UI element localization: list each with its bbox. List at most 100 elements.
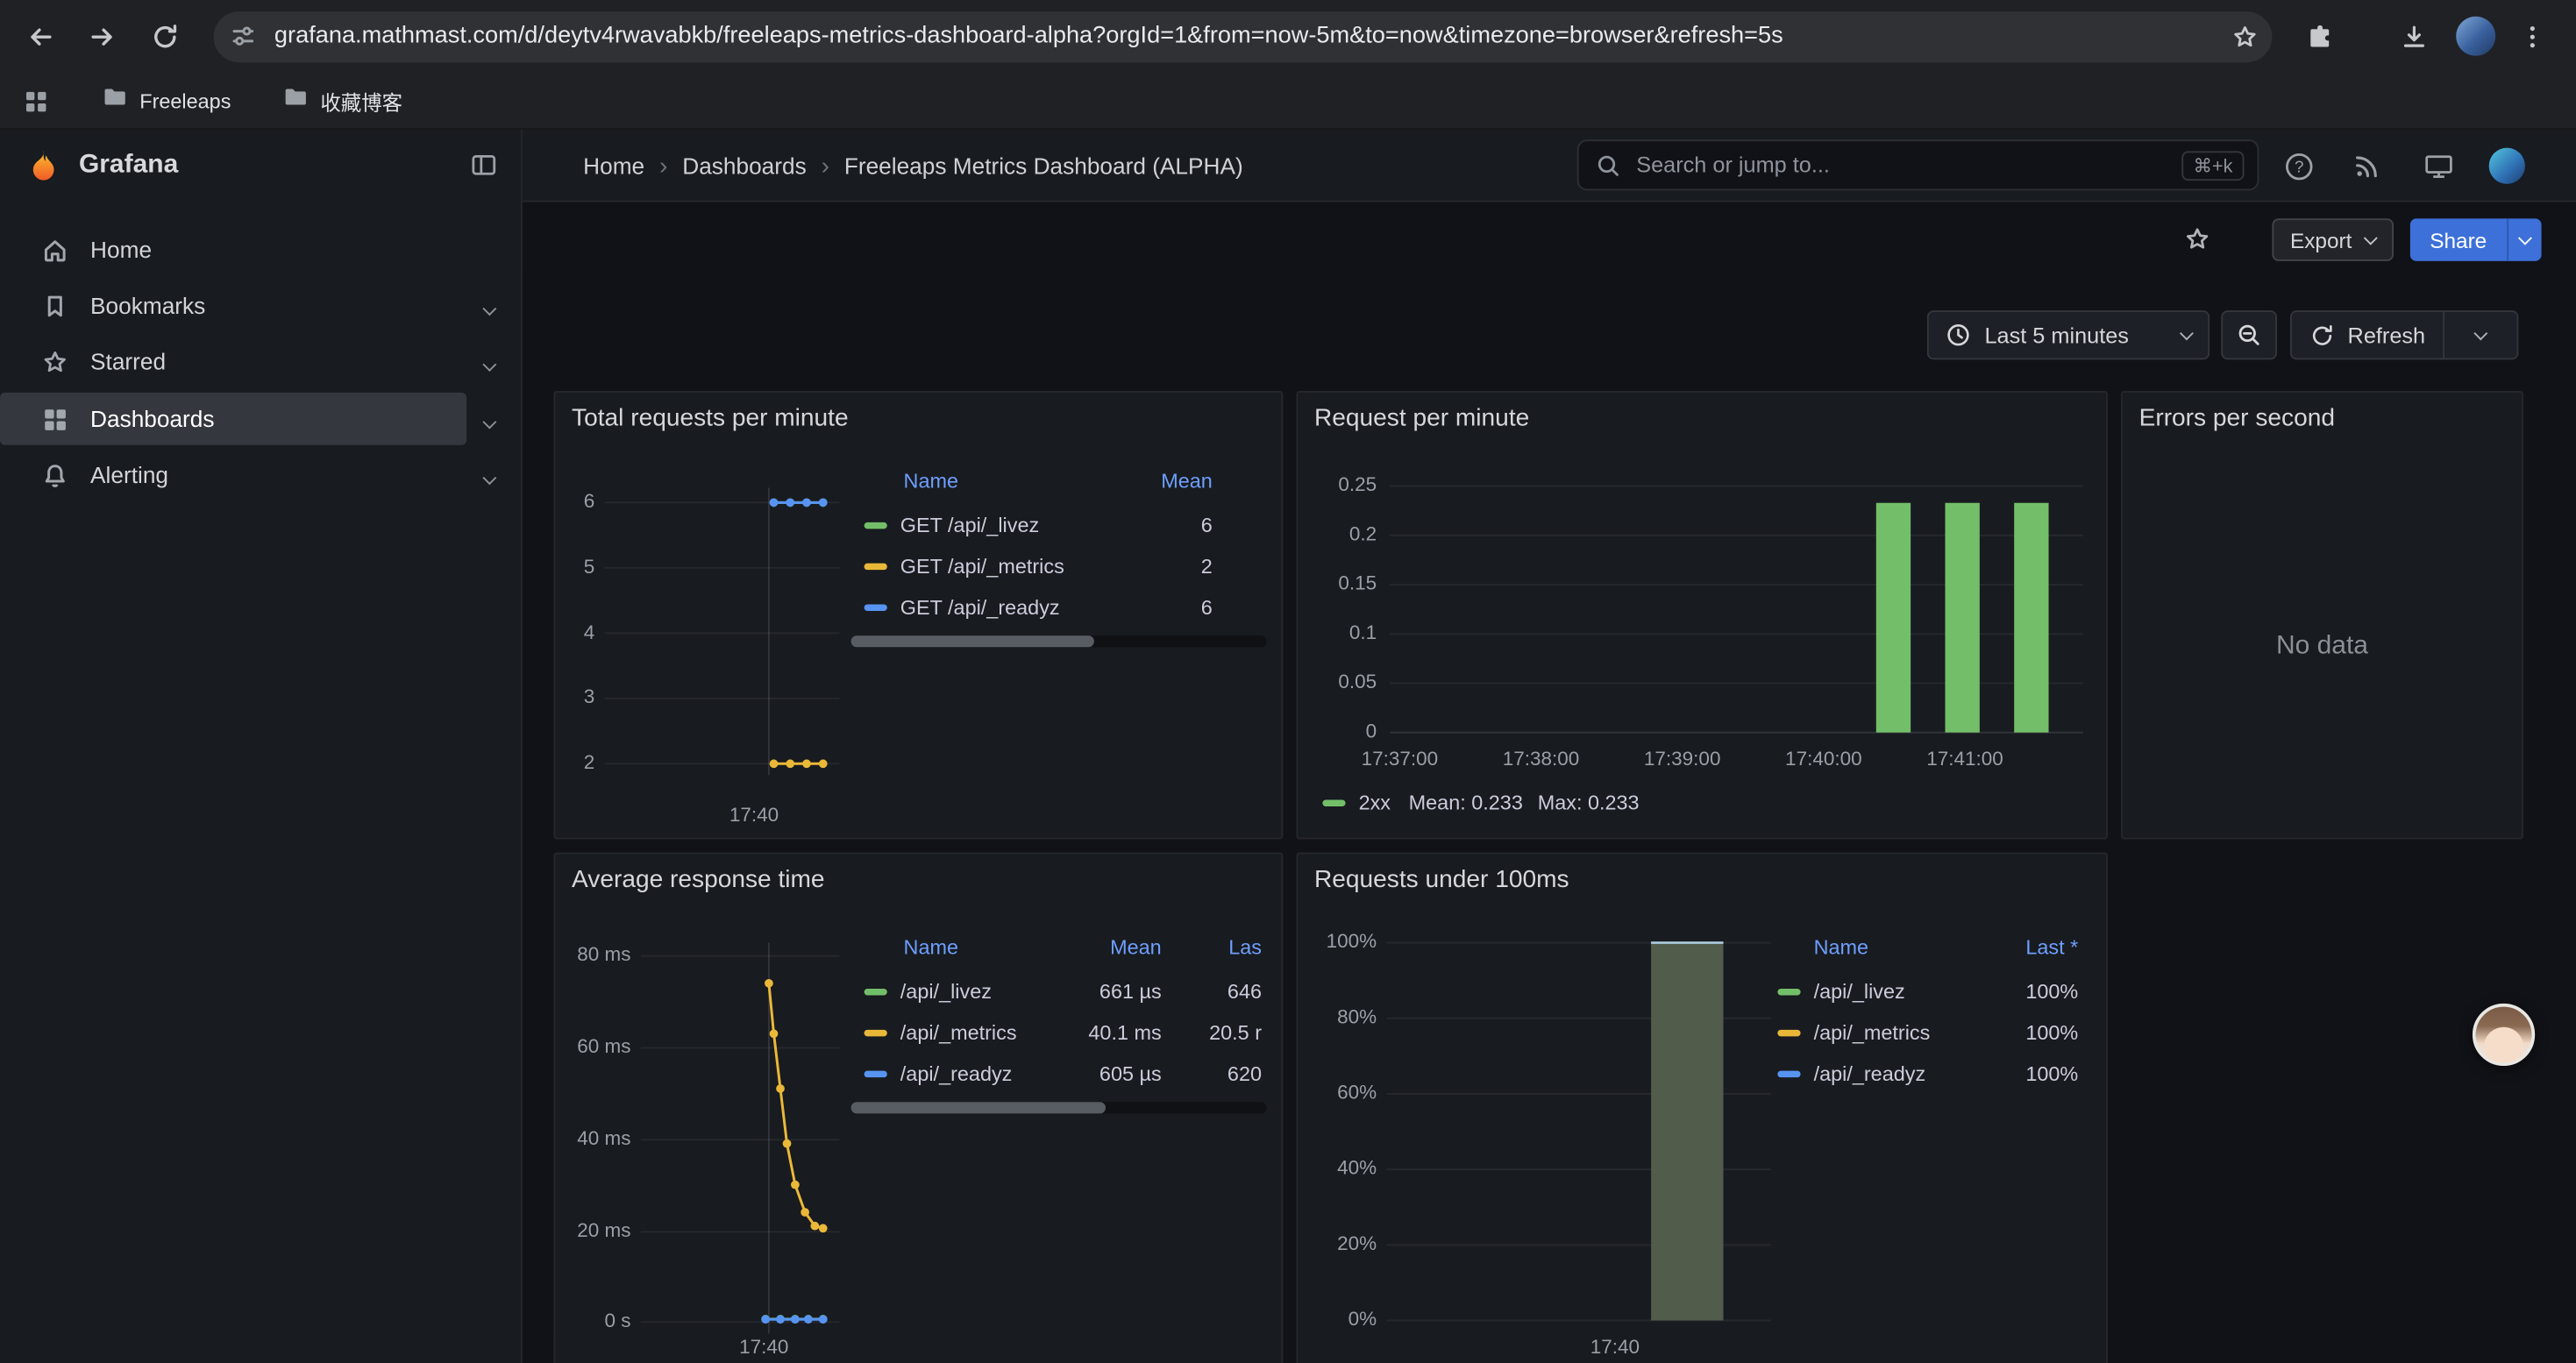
dashboards-grid-icon [41, 405, 69, 433]
chevron-down-icon[interactable] [480, 293, 499, 319]
legend-col-last[interactable]: Last * [2025, 936, 2078, 959]
help-icon[interactable]: ? [2279, 146, 2318, 186]
browser-profile-avatar[interactable] [2456, 17, 2495, 56]
panel-errors-per-second: Errors per second No data [2121, 391, 2523, 840]
address-bar[interactable]: grafana.mathmast.com/d/deytv4rwavabkb/fr… [214, 11, 2273, 62]
bookmark-folder-blogs[interactable]: 收藏博客 [273, 72, 412, 130]
panel-average-response-time: Average response time Name Mean Las /api… [553, 852, 1283, 1363]
user-avatar[interactable] [2489, 148, 2525, 184]
legend-row[interactable]: /api/_metrics 100% [1777, 1020, 2078, 1047]
series-color-dash [865, 605, 887, 611]
bookmark-folder-freeleaps[interactable]: Freeleaps [92, 72, 241, 130]
axis-tick-label: 0% [1298, 1307, 1377, 1330]
legend-inline[interactable]: 2xx Mean: 0.233 Max: 0.233 [1322, 792, 1639, 814]
series-color-dash [865, 1030, 887, 1036]
legend-col-name[interactable]: Name [904, 936, 1060, 959]
zoom-out-button[interactable] [2221, 310, 2277, 359]
breadcrumb: Home › Dashboards › Freeleaps Metrics Da… [583, 130, 1243, 202]
browser-menu-icon[interactable] [2510, 10, 2553, 62]
favorite-star-icon[interactable] [2177, 218, 2217, 258]
breadcrumb-home[interactable]: Home [583, 153, 644, 179]
dashboard-actions-bar: Export Share [523, 202, 2576, 273]
legend-col-mean[interactable]: Mean [1114, 470, 1212, 493]
axis-tick-label: 17:40 [1579, 1335, 1651, 1358]
export-button[interactable]: Export [2272, 218, 2393, 261]
panel-title[interactable]: Requests under 100ms [1314, 865, 1569, 893]
chevron-down-icon[interactable] [480, 462, 499, 488]
search-placeholder: Search or jump to... [1636, 153, 2181, 177]
series-color-dash [1322, 800, 1345, 806]
bar-chart[interactable] [1298, 854, 2110, 1363]
sidebar-item-home[interactable]: Home [0, 224, 493, 276]
back-icon[interactable] [13, 10, 66, 62]
monitor-icon[interactable] [2418, 146, 2458, 186]
chevron-down-icon[interactable] [480, 406, 499, 432]
legend-row[interactable]: GET /api/_metrics 2 [865, 553, 1213, 579]
url-text[interactable]: grafana.mathmast.com/d/deytv4rwavabkb/fr… [274, 11, 1783, 62]
panel-title[interactable]: Average response time [572, 865, 825, 893]
apps-grid-icon[interactable] [13, 72, 59, 130]
legend-row[interactable]: /api/_metrics 40.1 ms 20.5 r [865, 1020, 1262, 1047]
time-range-picker[interactable]: Last 5 minutes [1927, 310, 2210, 359]
bookmarks-bar: Freeleaps 收藏博客 [0, 72, 2576, 130]
breadcrumb-separator: › [822, 152, 829, 180]
legend-scrollbar[interactable] [851, 1102, 1267, 1113]
grafana-logo[interactable] [25, 148, 62, 194]
axis-tick-label: 0.05 [1298, 670, 1377, 692]
sidebar-item-dashboards[interactable]: Dashboards [0, 393, 466, 445]
scrollbar-thumb[interactable] [851, 635, 1094, 647]
download-icon[interactable] [2387, 10, 2440, 62]
breadcrumb-dashboards[interactable]: Dashboards [682, 153, 806, 179]
legend-row[interactable]: /api/_readyz 605 µs 620 [865, 1061, 1262, 1087]
sidebar: Grafana Home Bookmarks Starred Dashboard… [0, 130, 523, 1363]
chevron-down-icon[interactable] [480, 348, 499, 374]
legend-col-name[interactable]: Name [904, 470, 1114, 493]
sidebar-item-starred[interactable]: Starred [0, 335, 493, 387]
search-input[interactable]: Search or jump to... ⌘+k [1577, 139, 2259, 190]
panel-title[interactable]: Total requests per minute [572, 404, 849, 432]
legend-row[interactable]: /api/_livez 100% [1777, 979, 2078, 1005]
no-data-message: No data [2123, 632, 2522, 662]
series-mean: Mean: 0.233 [1409, 792, 1523, 814]
chevron-down-icon [2474, 325, 2488, 339]
bookmark-star-icon[interactable] [2231, 23, 2259, 59]
legend-row[interactable]: /api/_readyz 100% [1777, 1061, 2078, 1087]
legend-col-last[interactable]: Las [1162, 936, 1262, 959]
scrollbar-thumb[interactable] [851, 1102, 1106, 1113]
bell-icon [41, 461, 69, 489]
extensions-icon[interactable] [2294, 10, 2346, 62]
chevron-down-icon [2363, 231, 2377, 245]
legend-row[interactable]: /api/_livez 661 µs 646 [865, 979, 1262, 1005]
search-icon [1595, 152, 1621, 178]
legend-row[interactable]: GET /api/_livez 6 [865, 513, 1213, 539]
folder-icon [102, 84, 128, 118]
rss-icon[interactable] [2348, 146, 2387, 186]
site-info-icon[interactable] [230, 23, 256, 57]
axis-tick-label: 80 ms [555, 943, 630, 966]
legend-col-mean[interactable]: Mean [1060, 936, 1162, 959]
forward-icon[interactable] [75, 10, 128, 62]
refresh-button[interactable]: Refresh [2292, 312, 2444, 358]
panel-title[interactable]: Errors per second [2139, 404, 2335, 432]
legend-scrollbar[interactable] [851, 635, 1267, 647]
reload-icon[interactable] [138, 10, 190, 62]
axis-tick-label: 0 s [555, 1309, 630, 1331]
share-menu-button[interactable] [2507, 218, 2541, 261]
refresh-icon [2309, 323, 2334, 347]
sidebar-item-bookmarks[interactable]: Bookmarks [0, 280, 493, 332]
legend-col-name[interactable]: Name [1814, 936, 2026, 959]
browser-window: grafana.mathmast.com/d/deytv4rwavabkb/fr… [0, 0, 2576, 1363]
axis-tick-label: 0.2 [1298, 522, 1377, 545]
bar-chart[interactable] [1298, 393, 2110, 841]
axis-tick-label: 40 ms [555, 1126, 630, 1149]
refresh-interval-button[interactable] [2445, 312, 2517, 358]
axis-tick-label: 0.25 [1298, 473, 1377, 496]
floating-assistant-avatar[interactable] [2473, 1004, 2535, 1066]
sidebar-item-alerting[interactable]: Alerting [0, 449, 493, 501]
share-button[interactable]: Share [2410, 218, 2507, 261]
panel-title[interactable]: Request per minute [1314, 404, 1529, 432]
sidebar-collapse-icon[interactable] [470, 151, 498, 187]
series-color-dash [1777, 1030, 1800, 1036]
legend-header: Name Mean [904, 470, 1213, 493]
legend-row[interactable]: GET /api/_readyz 6 [865, 594, 1213, 621]
